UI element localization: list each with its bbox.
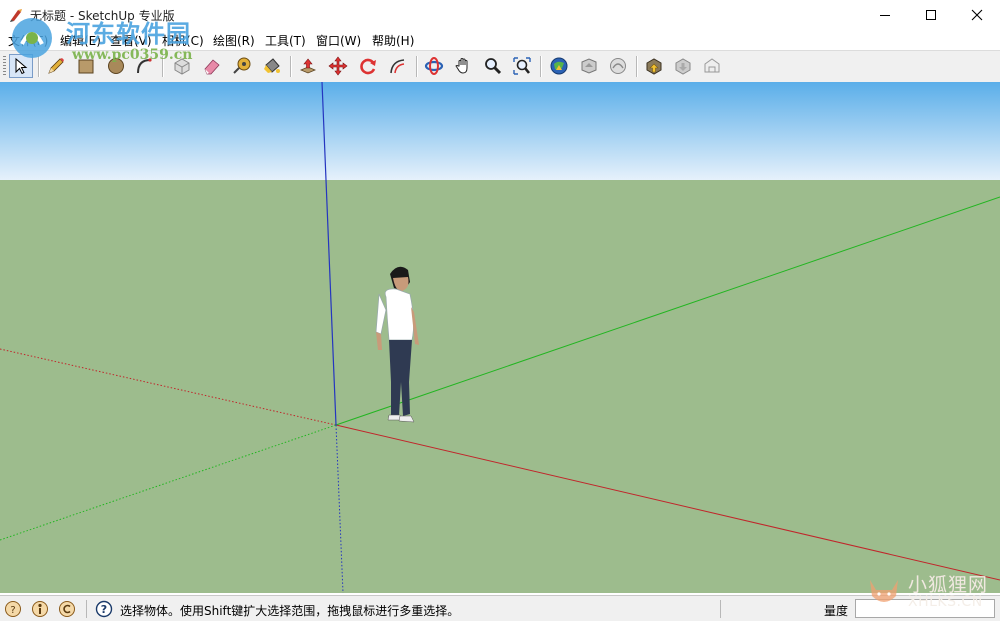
extension-warehouse-button[interactable] bbox=[606, 54, 630, 78]
offset-icon bbox=[390, 59, 405, 74]
menu-view[interactable]: 查看(V) bbox=[110, 32, 152, 49]
menu-edit[interactable]: 编辑(E) bbox=[60, 32, 101, 49]
status-divider bbox=[86, 600, 87, 618]
zoom-extents-tool-button[interactable] bbox=[510, 54, 534, 78]
svg-text:?: ? bbox=[10, 605, 15, 616]
menu-draw[interactable]: 绘图(R) bbox=[213, 32, 255, 49]
rectangle-icon bbox=[78, 59, 94, 74]
paint-bucket-tool-button[interactable] bbox=[260, 54, 284, 78]
layout-button[interactable] bbox=[700, 54, 724, 78]
circle-tool-button[interactable] bbox=[104, 54, 128, 78]
move-tool-button[interactable] bbox=[326, 54, 350, 78]
sketchup-logo-icon bbox=[10, 9, 22, 22]
zoom-extents-icon bbox=[513, 57, 531, 75]
sky bbox=[0, 82, 1000, 180]
measurements-label: 量度 bbox=[824, 604, 849, 618]
zoom-icon bbox=[485, 58, 502, 75]
select-icon bbox=[15, 57, 28, 75]
toolbar-separator bbox=[540, 56, 542, 77]
toolbar-grip[interactable] bbox=[3, 56, 6, 77]
menu-file[interactable]: 文件(F) bbox=[8, 32, 48, 49]
tape-measure-icon bbox=[233, 57, 251, 74]
layout-icon bbox=[704, 58, 720, 73]
menu-window[interactable]: 窗口(W) bbox=[316, 32, 361, 49]
main-toolbar bbox=[0, 50, 1000, 83]
circle-icon bbox=[108, 58, 124, 74]
eraser-icon bbox=[204, 59, 220, 75]
sign-in-icon[interactable] bbox=[58, 600, 76, 618]
menu-tools[interactable]: 工具(T) bbox=[265, 32, 306, 49]
arc-tool-button[interactable] bbox=[132, 54, 156, 78]
share-model-button[interactable] bbox=[577, 54, 601, 78]
toolbar-separator bbox=[38, 56, 40, 77]
rotate-icon bbox=[360, 58, 376, 75]
scene-canvas[interactable] bbox=[0, 82, 1000, 593]
get-models-button[interactable] bbox=[547, 54, 571, 78]
credits-icon[interactable] bbox=[31, 600, 49, 618]
status-message: 选择物体。使用Shift键扩大选择范围，拖拽鼠标进行多重选择。 bbox=[120, 604, 460, 618]
paint-bucket-icon bbox=[264, 58, 280, 73]
toolbar-separator bbox=[162, 56, 164, 77]
rotate-tool-button[interactable] bbox=[356, 54, 380, 78]
status-bar: ? ? 选择物体。使用Shift键扩大选择范围，拖拽鼠标进行多重选择。 量度 bbox=[0, 595, 1000, 621]
sketchup-window: 无标题 - SketchUp 专业版 文件(F) 编辑(E) 查看(V) 相机(… bbox=[0, 0, 1000, 621]
maximize-icon bbox=[926, 10, 936, 20]
pencil-icon bbox=[48, 58, 64, 74]
menu-camera[interactable]: 相机(C) bbox=[162, 32, 204, 49]
pan-tool-button[interactable] bbox=[452, 54, 476, 78]
share-component-icon bbox=[675, 58, 691, 75]
title-bar[interactable]: 无标题 - SketchUp 专业版 bbox=[0, 0, 1000, 30]
svg-text:?: ? bbox=[101, 603, 107, 616]
measurements-input[interactable] bbox=[855, 599, 995, 618]
minimize-icon bbox=[880, 15, 890, 16]
tape-measure-tool-button[interactable] bbox=[230, 54, 254, 78]
offset-tool-button[interactable] bbox=[386, 54, 410, 78]
minimize-button[interactable] bbox=[862, 0, 908, 30]
get-components-icon bbox=[646, 58, 662, 75]
rectangle-tool-button[interactable] bbox=[74, 54, 98, 78]
make-component-tool-button[interactable] bbox=[170, 54, 194, 78]
share-component-button[interactable] bbox=[671, 54, 695, 78]
eraser-tool-button[interactable] bbox=[200, 54, 224, 78]
make-component-icon bbox=[174, 58, 190, 75]
push-pull-tool-button[interactable] bbox=[296, 54, 320, 78]
window-title: 无标题 - SketchUp 专业版 bbox=[30, 9, 175, 23]
extension-warehouse-icon bbox=[610, 58, 626, 74]
zoom-tool-button[interactable] bbox=[481, 54, 505, 78]
drawing-viewport[interactable] bbox=[0, 82, 1000, 593]
get-components-button[interactable] bbox=[642, 54, 666, 78]
share-model-icon bbox=[581, 58, 597, 74]
close-icon bbox=[971, 9, 983, 21]
ground-plane bbox=[0, 180, 1000, 593]
toolbar-separator bbox=[416, 56, 418, 77]
move-icon bbox=[328, 56, 348, 76]
arc-icon bbox=[137, 58, 152, 74]
get-models-icon bbox=[550, 57, 568, 75]
help-icon[interactable]: ? bbox=[95, 600, 113, 618]
orbit-tool-button[interactable] bbox=[422, 54, 446, 78]
close-button[interactable] bbox=[954, 0, 1000, 30]
pencil-tool-button[interactable] bbox=[44, 54, 68, 78]
toolbar-separator bbox=[290, 56, 292, 77]
menu-bar: 文件(F) 编辑(E) 查看(V) 相机(C) 绘图(R) 工具(T) 窗口(W… bbox=[0, 30, 1000, 49]
select-tool-button[interactable] bbox=[9, 54, 33, 78]
status-divider bbox=[720, 600, 721, 618]
toolbar-separator bbox=[636, 56, 638, 77]
pan-icon bbox=[455, 58, 468, 74]
maximize-button[interactable] bbox=[908, 0, 954, 30]
push-pull-icon bbox=[299, 58, 317, 74]
menu-help[interactable]: 帮助(H) bbox=[372, 32, 414, 49]
geo-location-icon[interactable]: ? bbox=[4, 600, 22, 618]
orbit-icon bbox=[424, 57, 444, 75]
